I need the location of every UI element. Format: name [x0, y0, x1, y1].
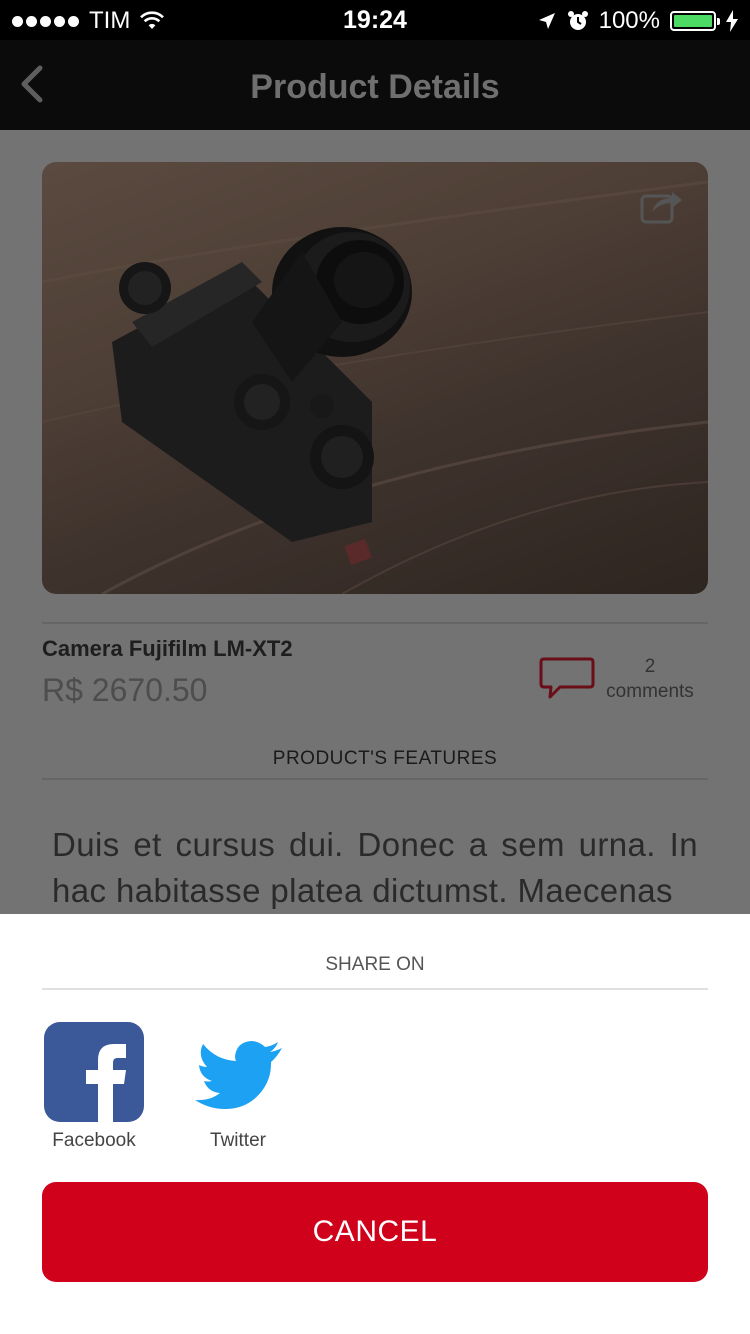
divider [42, 778, 708, 780]
location-arrow-icon [538, 13, 555, 29]
share-option-label: Twitter [210, 1130, 266, 1151]
cancel-button[interactable]: CANCEL [42, 1182, 708, 1282]
share-twitter-button[interactable]: Twitter [178, 1022, 298, 1152]
battery-percent: 100% [598, 7, 660, 34]
features-heading: PRODUCT'S FEATURES [272, 748, 498, 769]
comments-number: 2 [644, 656, 656, 677]
comment-bubble-icon[interactable] [538, 656, 596, 700]
page-title: Product Details [250, 68, 500, 106]
product-image[interactable] [42, 162, 708, 594]
camera-photo-illustration [42, 180, 708, 594]
share-sheet: SHARE ON Facebook Twitter CANCEL [0, 914, 750, 1334]
share-sheet-heading: SHARE ON [325, 954, 425, 975]
product-detail-content: Camera Fujifilm LM-XT2 R$ 2670.50 2 comm… [0, 130, 750, 914]
divider [42, 622, 708, 624]
navigation-bar: Product Details [0, 40, 750, 130]
battery-icon [670, 11, 720, 31]
charging-bolt-icon [726, 10, 738, 32]
product-price: R$ 2670.50 [42, 672, 208, 708]
comments-label: comments [606, 681, 694, 702]
twitter-icon [188, 1022, 288, 1122]
facebook-icon [44, 1022, 144, 1122]
share-option-label: Facebook [52, 1130, 136, 1151]
alarm-icon [567, 11, 588, 30]
status-bar: TIM 19:24 100% [0, 0, 750, 40]
divider [42, 988, 708, 990]
product-name: Camera Fujifilm LM-XT2 [42, 636, 293, 661]
comments-count[interactable]: 2 comments [600, 654, 700, 704]
share-facebook-button[interactable]: Facebook [34, 1022, 154, 1152]
product-description: Duis et cursus dui. Donec a sem urna. In… [52, 826, 698, 909]
share-icon[interactable] [638, 186, 686, 226]
